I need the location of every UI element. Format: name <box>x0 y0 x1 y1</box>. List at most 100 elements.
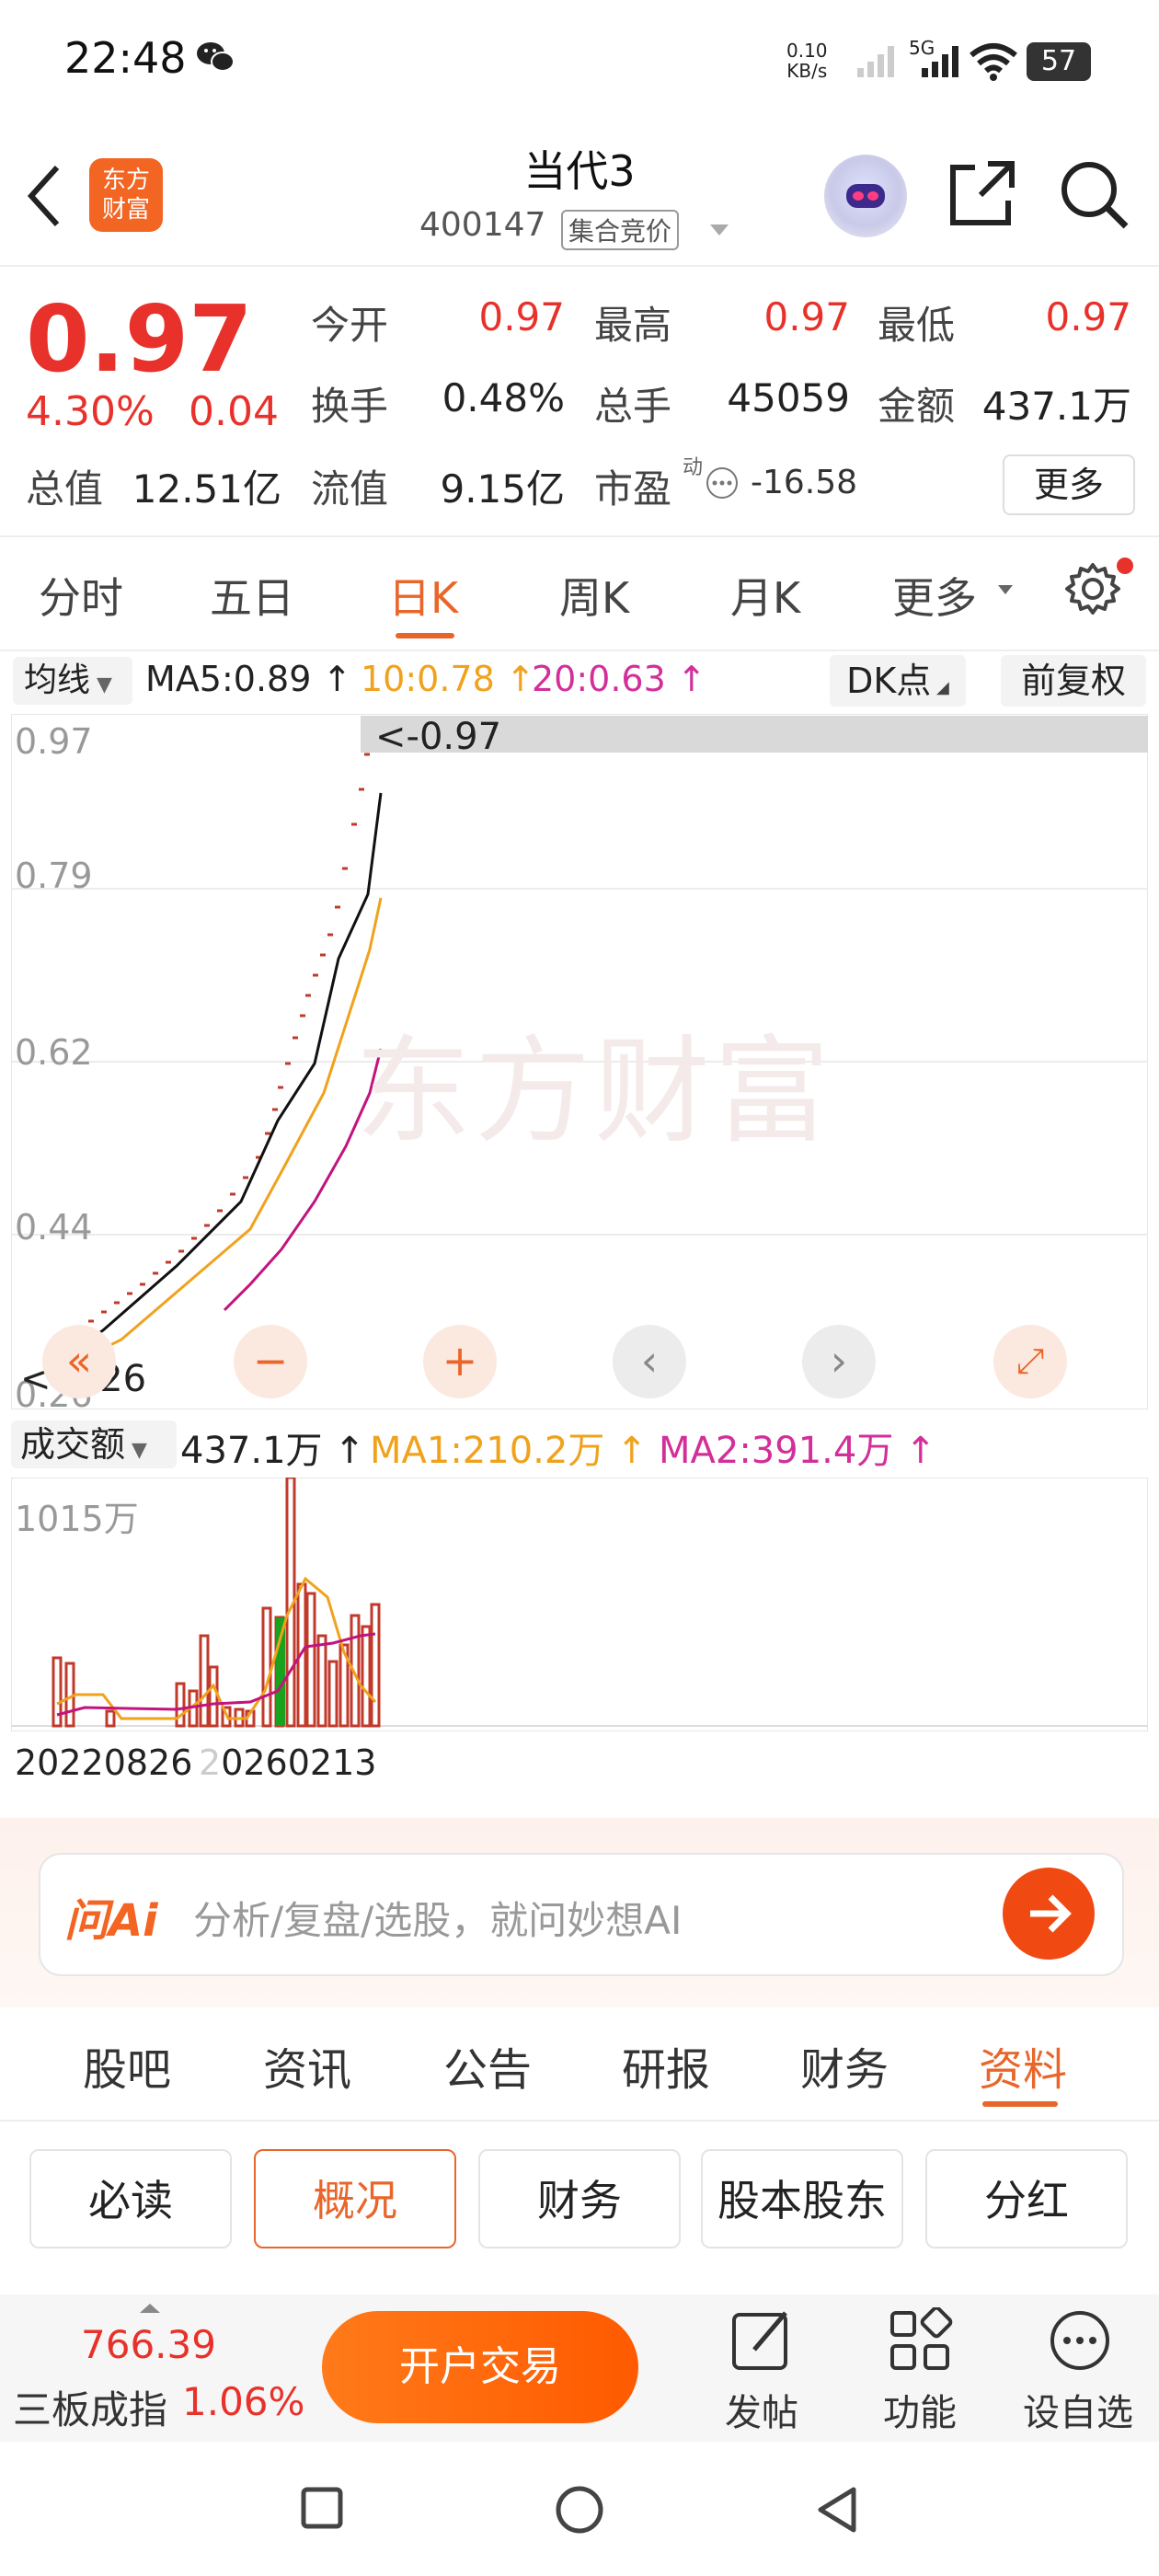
ai-placeholder[interactable]: 分析/复盘/选股，就问妙想AI <box>193 1890 682 1946</box>
back-nav-icon[interactable] <box>815 2486 859 2534</box>
tab-news[interactable]: 资讯 <box>263 2033 351 2098</box>
edit-post-icon[interactable] <box>729 2307 795 2374</box>
volume-indicator-button[interactable]: 成交额 ▼ <box>11 1420 177 1468</box>
signal-5g-icon <box>922 46 958 77</box>
pe-label: 市盈 <box>594 466 672 512</box>
corner-caret-icon: ◢ <box>931 678 949 697</box>
open-value: 0.97 <box>478 294 565 339</box>
volume-value: 437.1万 ↑ <box>180 1430 365 1472</box>
wifi-icon <box>970 43 1017 81</box>
ai-robot-icon[interactable] <box>824 155 907 237</box>
caret-down-icon: ▼ <box>90 673 112 696</box>
tab-more[interactable]: 更多 <box>892 565 977 626</box>
net-speed-value: 0.10 <box>786 40 828 62</box>
stock-code: 400147 <box>419 206 546 244</box>
recent-apps-icon[interactable] <box>300 2486 344 2530</box>
ma10-value: 10:0.78 ↑ <box>361 659 535 699</box>
watermark: 东方财富 <box>355 1024 833 1159</box>
current-price: 0.97 <box>26 285 253 393</box>
active-tab-indicator <box>396 633 454 638</box>
sub-tab-must-read[interactable]: 必读 <box>29 2149 232 2248</box>
open-label: 今开 <box>311 303 389 348</box>
post-label[interactable]: 发帖 <box>725 2383 798 2436</box>
robot-face-icon <box>846 184 885 208</box>
ma20-value: 20:0.63 ↑ <box>532 659 706 699</box>
tab-intraday[interactable]: 分时 <box>39 565 123 626</box>
sub-tab-shareholders[interactable]: 股本股东 <box>701 2149 903 2248</box>
tab-weekly-k[interactable]: 周K <box>559 565 629 626</box>
price-label: 0.97 <box>15 721 93 762</box>
back-icon[interactable] <box>26 164 63 228</box>
app-logo: 东方 财富 <box>89 158 163 232</box>
wechat-icon <box>197 42 235 72</box>
index-value[interactable]: 766.39 <box>81 2322 216 2367</box>
active-tab-indicator <box>982 2101 1058 2107</box>
scroll-right-button[interactable]: › <box>802 1325 876 1398</box>
volume-ma1: MA1:210.2万 ↑ <box>370 1430 648 1472</box>
volume-ma2: MA2:391.4万 ↑ <box>659 1430 936 1472</box>
chevron-right-icon: › <box>830 1336 848 1386</box>
sub-tab-dividends[interactable]: 分红 <box>925 2149 1128 2248</box>
adjust-button[interactable]: 前复权 <box>1001 655 1146 707</box>
date-end-rest: 0260213 <box>221 1742 377 1783</box>
index-name[interactable]: 三板成指 <box>13 2379 167 2435</box>
amount-label: 金额 <box>878 384 956 429</box>
high-value: 0.97 <box>763 294 850 339</box>
volume-indicator-label: 成交额 <box>20 1424 126 1465</box>
watchlist-label[interactable]: 设自选 <box>1023 2383 1133 2436</box>
volume-chart[interactable] <box>11 1478 1148 1731</box>
tab-daily-k[interactable]: 日K <box>388 565 458 626</box>
change-amount: 0.04 <box>189 388 279 435</box>
fullscreen-button[interactable]: ⤢ <box>993 1325 1067 1398</box>
volume-value: 45059 <box>727 375 850 420</box>
zoom-out-button[interactable]: − <box>234 1325 307 1398</box>
double-chevron-left-icon: « <box>65 1336 93 1386</box>
sub-tab-overview[interactable]: 概况 <box>254 2149 456 2248</box>
ma-selector-label: 均线 <box>24 661 91 699</box>
tab-announcements[interactable]: 公告 <box>443 2033 532 2098</box>
net-speed: 0.10 KB/s <box>786 40 828 81</box>
pe-sup: 动 <box>683 456 704 479</box>
logo-line1: 东方 <box>101 167 150 194</box>
ai-send-button[interactable] <box>1003 1868 1095 1960</box>
divider <box>0 650 1159 651</box>
settings-gear-icon[interactable] <box>1063 559 1122 618</box>
tab-monthly-k[interactable]: 月K <box>730 565 800 626</box>
caret-down-icon <box>998 585 1013 594</box>
collapse-button[interactable]: « <box>42 1325 116 1398</box>
zoom-in-button[interactable]: + <box>423 1325 497 1398</box>
auction-badge[interactable]: 集合竞价 <box>561 210 680 250</box>
turnover-value: 0.48% <box>442 375 565 420</box>
home-icon[interactable] <box>554 2484 605 2536</box>
tab-research[interactable]: 研报 <box>622 2033 710 2098</box>
battery-indicator: 57 <box>1027 42 1091 81</box>
net-speed-unit: KB/s <box>786 60 828 82</box>
dk-point-label: DK点 <box>846 661 932 701</box>
function-label[interactable]: 功能 <box>883 2383 957 2436</box>
tab-forum[interactable]: 股吧 <box>83 2033 171 2098</box>
turnover-label: 换手 <box>311 384 389 429</box>
dk-point-button[interactable]: DK点 ◢ <box>830 655 966 707</box>
open-account-trade-button[interactable]: 开户交易 <box>322 2311 638 2423</box>
tab-finance[interactable]: 财务 <box>800 2033 889 2098</box>
tab-five-day[interactable]: 五日 <box>210 565 294 626</box>
apps-grid-icon[interactable] <box>887 2307 953 2374</box>
index-change: 1.06% <box>182 2379 305 2424</box>
high-label: 最高 <box>594 303 672 348</box>
tab-profile[interactable]: 资料 <box>979 2033 1067 2098</box>
search-icon[interactable] <box>1058 158 1131 232</box>
share-icon[interactable] <box>947 158 1017 228</box>
more-circle-icon[interactable] <box>1047 2307 1113 2374</box>
ma-selector-button[interactable]: 均线 ▼ <box>13 657 132 705</box>
sub-tab-finance[interactable]: 财务 <box>478 2149 681 2248</box>
float-label: 流值 <box>311 466 389 512</box>
caret-down-icon[interactable] <box>708 221 730 239</box>
more-dots-icon[interactable] <box>705 466 740 500</box>
scroll-left-button[interactable]: ‹ <box>613 1325 686 1398</box>
float-value: 9.15亿 <box>440 466 565 512</box>
mktcap-label: 总值 <box>26 466 104 512</box>
signal-icon <box>857 46 894 77</box>
more-quote-button[interactable]: 更多 <box>1003 454 1135 515</box>
minus-icon: − <box>252 1336 289 1386</box>
ai-logo: 问Ai <box>64 1895 158 1947</box>
